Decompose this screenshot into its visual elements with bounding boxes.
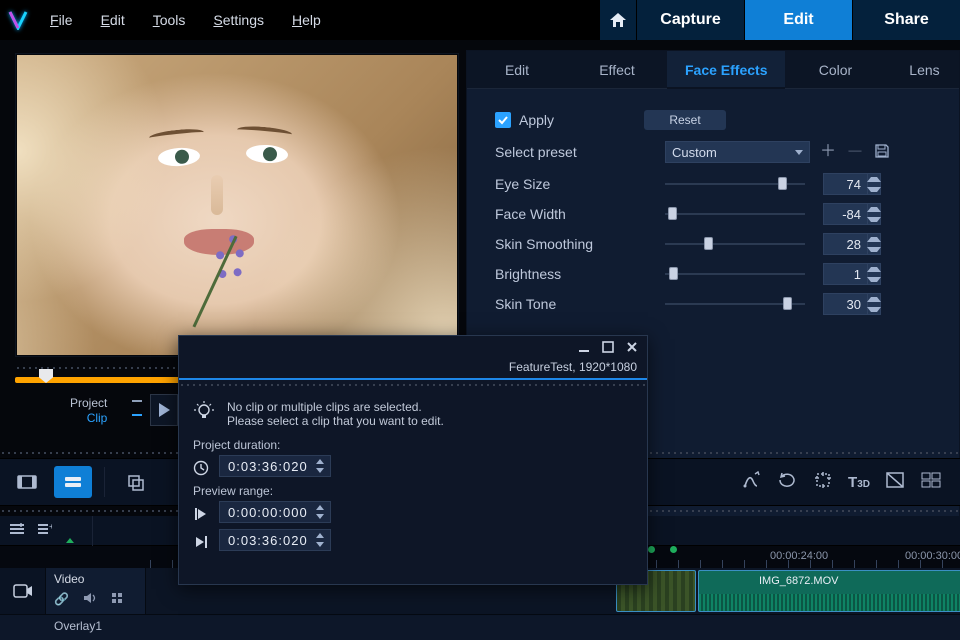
app-logo	[0, 0, 36, 40]
track-fx-icon[interactable]	[111, 592, 123, 607]
spin-skin-smoothing[interactable]: 28	[823, 233, 881, 255]
slider-eye-size[interactable]	[665, 174, 805, 194]
mute-icon[interactable]	[83, 592, 97, 607]
range-start-value: 0:00:00:000	[228, 505, 308, 520]
slider-label: Eye Size	[495, 176, 665, 192]
slider-value: 28	[824, 237, 867, 252]
range-start-field[interactable]: 0:00:00:000	[219, 501, 331, 523]
menu-help[interactable]: Help	[278, 0, 335, 40]
rotate-icon[interactable]	[776, 470, 798, 495]
svg-text:+: +	[49, 523, 52, 531]
project-info-panel: FeatureTest, 1920*1080 No clip or multip…	[178, 335, 648, 585]
lightbulb-icon	[193, 400, 215, 422]
ptab-color[interactable]: Color	[785, 51, 885, 89]
maximize-icon[interactable]	[601, 340, 615, 354]
overlay-track: Overlay1	[0, 614, 960, 640]
home-button[interactable]	[600, 0, 636, 40]
spin-skin-tone[interactable]: 30	[823, 293, 881, 315]
clip-img-6872[interactable]: IMG_6872.MOV	[698, 570, 960, 612]
project-duration-field[interactable]: 0:03:36:020	[219, 455, 331, 477]
apply-checkbox[interactable]	[495, 112, 511, 128]
slider-value: 30	[824, 297, 867, 312]
preview-mode-labels: Project Clip	[70, 396, 107, 426]
range-end-icon	[193, 534, 209, 550]
slider-label: Skin Tone	[495, 296, 665, 312]
slider-face-width[interactable]	[665, 204, 805, 224]
ruler-timestamp: 00:00:24:00	[770, 550, 828, 562]
slider-value: -84	[824, 207, 867, 222]
slider-value: 1	[824, 267, 867, 282]
panel-caption: FeatureTest, 1920*1080	[179, 358, 647, 378]
spin-brightness[interactable]: 1	[823, 263, 881, 285]
menubar: File Edit Tools Settings Help Capture Ed…	[0, 0, 960, 40]
tab-share[interactable]: Share	[852, 0, 960, 40]
slider-label: Brightness	[495, 266, 665, 282]
ptab-face-effects[interactable]: Face Effects	[667, 51, 785, 89]
preset-remove-icon[interactable]: －	[846, 147, 864, 157]
add-track-icon[interactable]	[10, 523, 24, 538]
link-icon[interactable]: 🔗	[54, 592, 69, 607]
clock-icon	[193, 460, 209, 476]
range-start-icon	[193, 506, 209, 522]
video-track-label: Video	[54, 572, 137, 586]
spin-face-width[interactable]: -84	[823, 203, 881, 225]
slider-label: Skin Smoothing	[495, 236, 665, 252]
duplicate-button[interactable]	[117, 466, 155, 498]
preset-save-icon[interactable]	[874, 143, 890, 162]
range-end-value: 0:03:36:020	[228, 533, 308, 548]
reset-button[interactable]: Reset	[644, 110, 726, 130]
chapter-marker-icon[interactable]	[670, 546, 677, 553]
video-track-icon[interactable]	[0, 568, 46, 614]
menu-file[interactable]: File	[36, 0, 87, 40]
chapter-marker-icon[interactable]	[648, 546, 655, 553]
preview-thumbnail	[17, 55, 457, 355]
chevron-down-icon	[795, 150, 803, 155]
panel-tabs: Edit Effect Face Effects Color Lens	[467, 51, 959, 89]
slider-label: Face Width	[495, 206, 665, 222]
project-duration-value: 0:03:36:020	[228, 459, 308, 474]
timeline-view-button[interactable]	[54, 466, 92, 498]
toolbar-right-group: T3D	[740, 470, 952, 495]
preset-add-icon[interactable]: ＋	[820, 145, 836, 159]
slider-skin-smoothing[interactable]	[665, 234, 805, 254]
project-mode-label[interactable]: Project	[70, 396, 107, 411]
mask-icon[interactable]	[884, 470, 906, 495]
close-icon[interactable]	[625, 340, 639, 354]
menu-settings[interactable]: Settings	[199, 0, 278, 40]
add-track2-icon[interactable]: +	[38, 523, 52, 538]
3d-title-icon[interactable]: T3D	[848, 474, 870, 491]
spin-eye-size[interactable]: 74	[823, 173, 881, 195]
hint-line2: Please select a clip that you want to ed…	[227, 414, 444, 428]
multicam-icon[interactable]	[920, 470, 942, 495]
clip-name-label: IMG_6872.MOV	[759, 575, 838, 587]
preset-label: Select preset	[495, 144, 665, 160]
ruler-timestamp: 00:00:30:00	[905, 550, 960, 562]
minimize-icon[interactable]	[577, 340, 591, 354]
range-end-field[interactable]: 0:03:36:020	[219, 529, 331, 551]
menu-edit[interactable]: Edit	[87, 0, 139, 40]
preview-viewport[interactable]	[17, 55, 457, 355]
slider-brightness[interactable]	[665, 264, 805, 284]
storyboard-view-button[interactable]	[8, 466, 46, 498]
duration-label: Project duration:	[179, 436, 647, 454]
preview-range-label: Preview range:	[179, 482, 647, 500]
motion-icon[interactable]	[740, 470, 762, 495]
slider-value: 74	[824, 177, 867, 192]
tab-edit[interactable]: Edit	[744, 0, 852, 40]
hint-line1: No clip or multiple clips are selected.	[227, 400, 444, 414]
overlay-track-label: Overlay1	[46, 615, 146, 640]
apply-label: Apply	[519, 112, 554, 128]
collapse-up-icon[interactable]	[66, 524, 74, 538]
ptab-lens[interactable]: Lens	[885, 51, 945, 89]
ptab-edit[interactable]: Edit	[467, 51, 567, 89]
crop-icon[interactable]	[812, 470, 834, 495]
ptab-effect[interactable]: Effect	[567, 51, 667, 89]
tab-capture[interactable]: Capture	[636, 0, 744, 40]
preset-value: Custom	[672, 145, 717, 160]
menu-tools[interactable]: Tools	[139, 0, 200, 40]
play-button[interactable]	[150, 394, 178, 426]
preset-select[interactable]: Custom	[665, 141, 810, 163]
clip-mode-label[interactable]: Clip	[70, 411, 107, 426]
slider-skin-tone[interactable]	[665, 294, 805, 314]
